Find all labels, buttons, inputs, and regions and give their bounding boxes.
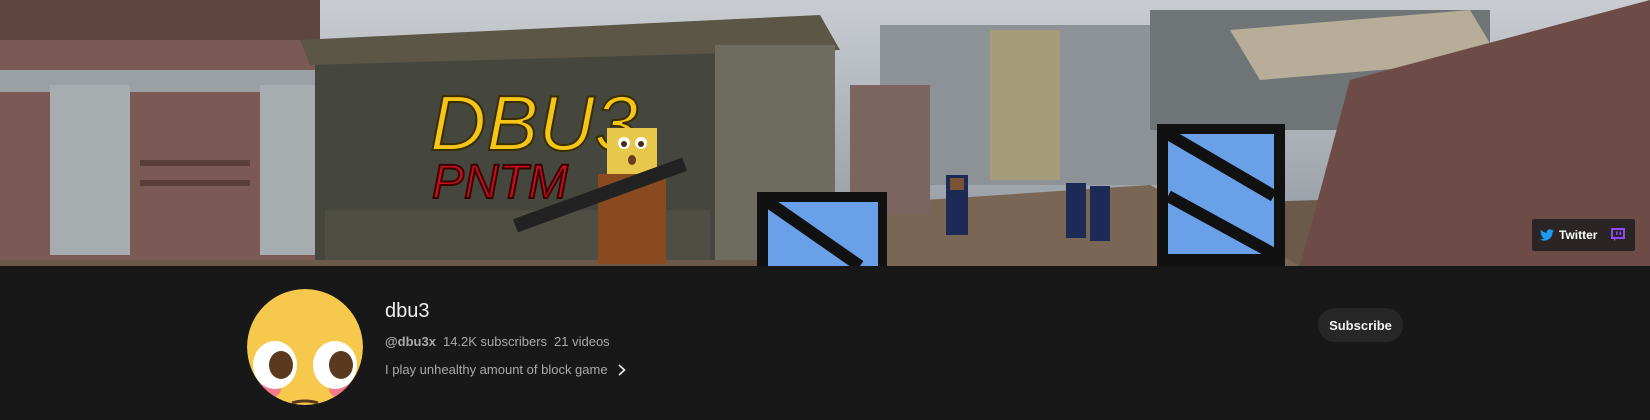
twitch-icon[interactable] <box>1611 228 1626 242</box>
twitter-link[interactable]: Twitter <box>1540 228 1597 242</box>
subscribe-button[interactable]: Subscribe <box>1318 308 1403 342</box>
flushed-emoji-avatar-icon <box>247 289 363 405</box>
channel-handle: @dbu3x <box>385 334 436 349</box>
twitter-bird-icon <box>1540 229 1554 241</box>
channel-description-text: I play unhealthy amount of block game <box>385 362 608 377</box>
channel-meta: @dbu3x 14.2K subscribers 21 videos <box>385 334 610 349</box>
banner-logo-dbu3: DBU3 <box>430 79 638 167</box>
video-count: 21 videos <box>554 334 610 349</box>
banner-artwork: DBU3 PNTM <box>0 0 1650 266</box>
channel-banner: DBU3 PNTM Twitter <box>0 0 1650 266</box>
channel-description[interactable]: I play unhealthy amount of block game <box>385 362 626 377</box>
channel-name: dbu3 <box>385 300 430 322</box>
chevron-right-icon <box>618 363 626 376</box>
subscriber-count: 14.2K subscribers <box>442 334 548 349</box>
banner-links: Twitter <box>1532 219 1635 251</box>
avatar[interactable] <box>247 289 363 405</box>
twitter-link-label: Twitter <box>1559 228 1598 242</box>
channel-header: dbu3 @dbu3x 14.2K subscribers 21 videos … <box>0 266 1650 420</box>
banner-logo-pntm: PNTM <box>432 156 568 209</box>
